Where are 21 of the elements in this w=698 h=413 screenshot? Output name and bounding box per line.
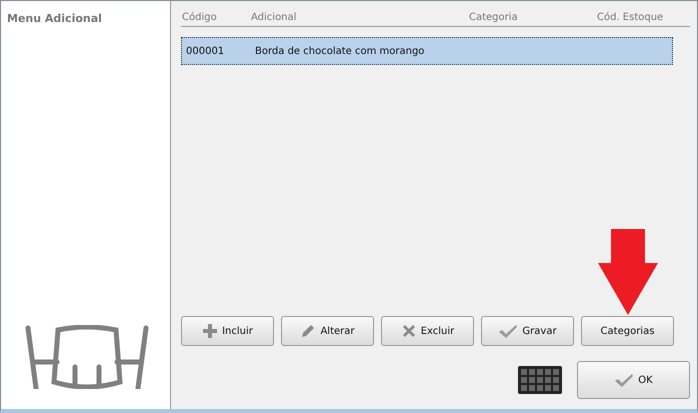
action-button[interactable]: Excluir <box>381 316 474 346</box>
ok-button[interactable]: OK <box>577 361 690 399</box>
check-icon <box>498 323 518 339</box>
action-button[interactable]: Alterar <box>281 316 374 346</box>
table-cell-text: 000001 <box>185 46 226 56</box>
column-header: Código <box>181 12 218 23</box>
keyboard-icon[interactable] <box>518 366 562 394</box>
action-button[interactable]: Incluir <box>181 316 274 346</box>
pencil-icon <box>300 323 316 339</box>
column-header: Adicional <box>250 12 298 23</box>
sidebar-title: Menu Adicional <box>7 12 103 25</box>
table-row[interactable]: 000001 Borda de chocolate com morango <box>181 37 673 65</box>
table-cell-text: Borda de chocolate com morango <box>254 46 426 56</box>
action-button[interactable]: Categorias <box>581 316 674 346</box>
action-button[interactable]: Gravar <box>481 316 574 346</box>
check-icon <box>614 372 634 388</box>
column-header: Categoria <box>468 12 519 23</box>
plus-icon <box>202 323 218 339</box>
close-icon <box>400 323 417 339</box>
dining-table-icon <box>25 325 149 389</box>
column-header: Cód. Estoque <box>596 12 664 23</box>
